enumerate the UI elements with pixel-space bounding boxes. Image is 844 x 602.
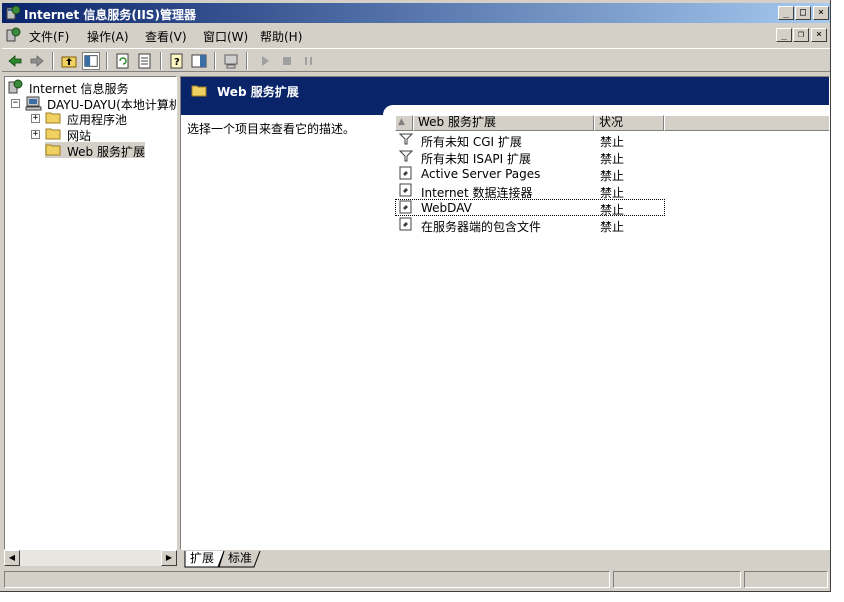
extensions-list[interactable]: ▲ Web 服务扩展 状况 所有未知 CGI 扩展 禁止 所有未知 ISAPI … xyxy=(395,115,829,549)
tree-horizontal-scrollbar[interactable]: ◀ ▶ xyxy=(4,550,177,566)
tab-extended[interactable]: 扩展 xyxy=(190,551,214,568)
desktop-edge-right xyxy=(830,0,844,602)
expand-toggle[interactable]: + xyxy=(31,114,40,123)
list-item[interactable]: Internet 数据连接器 禁止 xyxy=(395,182,665,200)
toolbar-separator xyxy=(106,52,108,70)
status-bar xyxy=(2,570,830,590)
column-header-name[interactable]: Web 服务扩展 xyxy=(413,115,594,131)
extension-icon xyxy=(399,183,412,197)
tree-item-label: 应用程序池 xyxy=(67,113,128,127)
extension-name: WebDAV xyxy=(421,201,472,215)
tree-item-label: Internet 信息服务 xyxy=(29,82,129,96)
menu-file[interactable]: 文件(F) xyxy=(29,28,69,45)
extension-name: 在服务器端的包含文件 xyxy=(421,220,542,234)
column-header-status[interactable]: 状况 xyxy=(594,115,664,131)
show-hide-action-pane-icon[interactable] xyxy=(190,52,208,70)
extension-icon xyxy=(399,166,412,180)
list-item[interactable]: 在服务器端的包含文件 禁止 xyxy=(395,216,665,234)
extension-icon xyxy=(399,200,412,214)
mdi-restore-button[interactable]: ❐ xyxy=(793,28,809,42)
folder-icon xyxy=(45,128,61,140)
window-border-right xyxy=(830,0,831,592)
filter-icon xyxy=(399,150,413,162)
iis-root-icon xyxy=(8,79,23,94)
tree-pane[interactable]: Internet 信息服务 − DAYU-DAYU(本地计算机) + 应用程序池… xyxy=(4,76,177,550)
list-item[interactable]: 所有未知 ISAPI 扩展 禁止 xyxy=(395,148,665,166)
start-icon[interactable] xyxy=(256,52,274,70)
details-pane: Web 服务扩展 选择一个项目来查看它的描述。 ▲ Web 服务扩展 状况 所有… xyxy=(180,76,830,550)
mdi-minimize-button[interactable]: _ xyxy=(776,28,792,42)
show-hide-tree-icon[interactable] xyxy=(82,52,100,70)
extension-name: Active Server Pages xyxy=(421,167,541,181)
extension-status: 禁止 xyxy=(600,220,625,234)
window-border-bottom xyxy=(0,591,831,592)
minimize-button[interactable]: _ xyxy=(778,6,794,20)
details-title: Web 服务扩展 xyxy=(217,85,299,99)
server-computer-icon xyxy=(25,96,42,111)
status-panel-3 xyxy=(744,571,828,588)
scroll-right-arrow-icon[interactable]: ▶ xyxy=(161,550,177,566)
tree-item-web-service-extensions[interactable]: Web 服务扩展 xyxy=(45,142,145,159)
up-folder-icon[interactable] xyxy=(60,52,78,70)
sort-indicator-icon[interactable]: ▲ xyxy=(395,115,413,131)
status-panel-main xyxy=(4,571,610,588)
header-notch xyxy=(383,105,829,115)
menu-bar: 文件(F) 操作(A) 查看(V) 窗口(W) 帮助(H) _ ❐ × xyxy=(2,25,830,46)
help-icon[interactable]: ? xyxy=(168,52,186,70)
folder-icon xyxy=(45,112,61,124)
pause-icon[interactable] xyxy=(300,52,318,70)
mdi-close-button[interactable]: × xyxy=(811,28,827,42)
maximize-button[interactable]: □ xyxy=(795,6,811,20)
menu-help[interactable]: 帮助(H) xyxy=(260,28,302,45)
item-description: 选择一个项目来查看它的描述。 xyxy=(187,122,356,136)
collapse-toggle[interactable]: − xyxy=(11,99,20,108)
window-title: Internet 信息服务(IIS)管理器 xyxy=(24,8,196,22)
export-list-icon[interactable] xyxy=(136,52,154,70)
tree-item-label: Web 服务扩展 xyxy=(67,145,145,159)
scroll-left-arrow-icon[interactable]: ◀ xyxy=(4,550,20,566)
tab-standard[interactable]: 标准 xyxy=(228,551,252,568)
iis-manager-window: Internet 信息服务(IIS)管理器 _ □ × 文件(F) 操作(A) … xyxy=(0,0,844,602)
toolbar-separator xyxy=(214,52,216,70)
computer-icon[interactable] xyxy=(222,52,240,70)
svg-text:?: ? xyxy=(174,57,180,68)
details-header: Web 服务扩展 xyxy=(181,77,829,115)
column-header-filler xyxy=(664,115,829,131)
list-item[interactable]: 所有未知 CGI 扩展 禁止 xyxy=(395,131,665,149)
iis-app-icon xyxy=(6,5,21,20)
extension-icon xyxy=(399,217,412,231)
toolbar: ? xyxy=(2,48,830,72)
menu-action[interactable]: 操作(A) xyxy=(87,28,129,45)
toolbar-separator xyxy=(246,52,248,70)
mdi-child-icon[interactable] xyxy=(5,27,21,43)
expand-toggle[interactable]: + xyxy=(31,130,40,139)
refresh-icon[interactable] xyxy=(114,52,132,70)
toolbar-separator xyxy=(52,52,54,70)
menu-view[interactable]: 查看(V) xyxy=(145,28,187,45)
back-arrow-icon[interactable] xyxy=(6,52,24,70)
folder-icon xyxy=(45,144,61,156)
menu-window[interactable]: 窗口(W) xyxy=(203,28,248,45)
desktop-edge-bottom xyxy=(0,592,844,602)
filter-icon xyxy=(399,133,413,145)
toolbar-separator xyxy=(160,52,162,70)
list-item[interactable]: WebDAV 禁止 xyxy=(395,199,665,217)
status-panel-2 xyxy=(613,571,741,588)
stop-icon[interactable] xyxy=(278,52,296,70)
list-item[interactable]: Active Server Pages 禁止 xyxy=(395,165,665,183)
forward-arrow-icon[interactable] xyxy=(28,52,46,70)
title-bar[interactable]: Internet 信息服务(IIS)管理器 _ □ × xyxy=(2,3,830,23)
folder-icon xyxy=(191,85,207,97)
close-button[interactable]: × xyxy=(813,6,829,20)
